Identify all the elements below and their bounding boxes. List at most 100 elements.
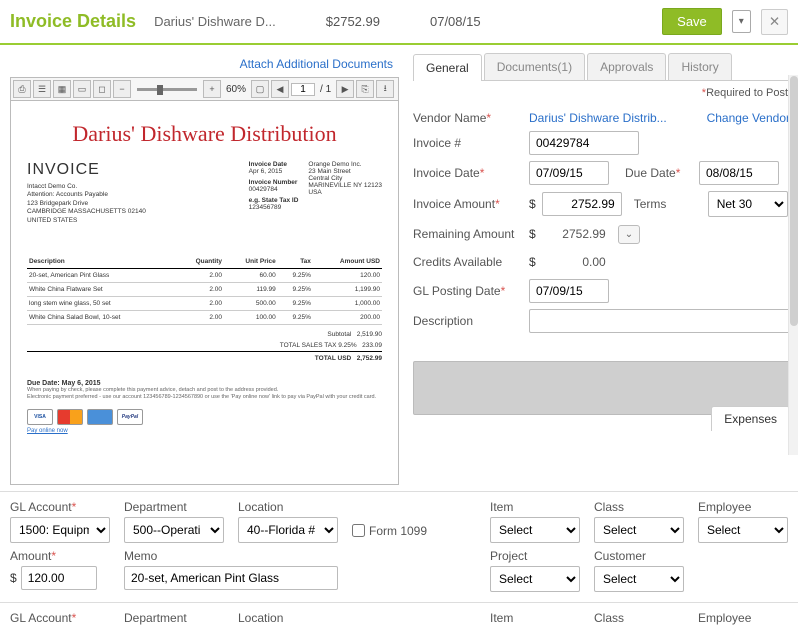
- gl-date-input[interactable]: [529, 279, 609, 303]
- scrollbar[interactable]: [788, 75, 798, 455]
- left-column: Attach Additional Documents ⎙ ☰ ▦ ▭ ◻ − …: [0, 45, 405, 491]
- invoice-line-table: Description Quantity Unit Price Tax Amou…: [27, 255, 382, 325]
- right-column: General Documents(1) Approvals History *…: [405, 45, 798, 491]
- class-label-2: Class: [594, 611, 684, 625]
- memo-label: Memo: [124, 549, 338, 563]
- pdf-viewer[interactable]: Darius' Dishware Distribution INVOICE In…: [10, 101, 399, 485]
- table-row: long stem wine glass, 50 set2.00500.009.…: [27, 297, 382, 311]
- invoice-to-address: Orange Demo Inc. 23 Main Street Central …: [308, 161, 382, 225]
- main-area: Attach Additional Documents ⎙ ☰ ▦ ▭ ◻ − …: [0, 45, 798, 491]
- invoice-from-address: Intacct Demo Co. Attention: Accounts Pay…: [27, 183, 146, 225]
- table-row: 20-set, American Pint Glass2.0060.009.25…: [27, 269, 382, 283]
- pdf-zoom-value: 60%: [226, 84, 246, 95]
- terms-label: Terms: [634, 197, 702, 211]
- pdf-toolbar: ⎙ ☰ ▦ ▭ ◻ − + 60% ▢ ◀ / 1 ▶ ⎘ ⭳: [10, 77, 399, 101]
- pdf-page-input[interactable]: [291, 83, 315, 96]
- due-date-label: Due Date*: [625, 166, 693, 180]
- expenses-tab[interactable]: Expenses: [711, 406, 790, 431]
- class-select[interactable]: Select: [594, 517, 684, 543]
- header-vendor-short: Darius' Dishware D...: [154, 14, 276, 29]
- employee-select[interactable]: Select: [698, 517, 788, 543]
- mastercard-icon: [57, 409, 83, 425]
- gl-account-select[interactable]: 1500: Equipm: [10, 517, 110, 543]
- payment-card-icons: VISA PayPal: [27, 409, 382, 425]
- department-select[interactable]: 500--Operati: [124, 517, 224, 543]
- terms-select[interactable]: Net 30: [708, 191, 788, 217]
- employee-label: Employee: [698, 500, 788, 514]
- invoice-date-input[interactable]: [529, 161, 609, 185]
- pdf-next-page-icon[interactable]: ▶: [336, 80, 354, 98]
- header-date: 07/08/15: [430, 14, 481, 29]
- close-button[interactable]: ✕: [761, 9, 788, 35]
- invoice-totals: Subtotal 2,519.90 TOTAL SALES TAX 9.25% …: [27, 329, 382, 364]
- description-label: Description: [413, 314, 523, 328]
- pdf-print-icon[interactable]: ⎙: [13, 80, 31, 98]
- form-1099-checkbox[interactable]: Form 1099: [352, 518, 427, 543]
- credits-label: Credits Available: [413, 255, 523, 269]
- description-input[interactable]: [529, 309, 790, 333]
- pdf-prev-page-icon[interactable]: ◀: [271, 80, 289, 98]
- attach-documents-link[interactable]: Attach Additional Documents: [10, 53, 399, 77]
- required-note: *Required to Post: [413, 81, 790, 105]
- gl-account-label-2: GL Account*: [10, 611, 110, 625]
- pdf-zoom-slider[interactable]: [137, 88, 197, 91]
- pdf-download-icon[interactable]: ⭳: [376, 80, 394, 98]
- page-title: Invoice Details: [10, 11, 136, 32]
- line-item-section: GL Account* 1500: Equipm Department 500-…: [0, 491, 798, 602]
- item-select[interactable]: Select: [490, 517, 580, 543]
- amount-input[interactable]: [21, 566, 97, 590]
- location-label: Location: [238, 500, 338, 514]
- pdf-tool-icon[interactable]: ⎘: [356, 80, 374, 98]
- project-label: Project: [490, 549, 580, 563]
- pdf-page-icon[interactable]: ▭: [73, 80, 91, 98]
- header-bar: Invoice Details Darius' Dishware D... $2…: [0, 0, 798, 45]
- invoice-date-label: Invoice Date*: [413, 166, 523, 180]
- save-button[interactable]: Save: [662, 8, 722, 35]
- project-select[interactable]: Select: [490, 566, 580, 592]
- vendor-name-label: Vendor Name*: [413, 111, 523, 125]
- change-vendor-link[interactable]: Change Vendor: [707, 111, 790, 125]
- invoice-meta: Invoice Date Apr 6, 2015 Invoice Number …: [249, 161, 382, 225]
- tab-history[interactable]: History: [668, 53, 731, 80]
- visa-icon: VISA: [27, 409, 53, 425]
- invoice-amount-input[interactable]: [542, 192, 622, 216]
- class-label: Class: [594, 500, 684, 514]
- currency-symbol: $: [529, 197, 536, 211]
- pdf-grid-icon[interactable]: ▦: [53, 80, 71, 98]
- tab-general[interactable]: General: [413, 54, 482, 81]
- gl-account-label: GL Account*: [10, 500, 110, 514]
- invoice-due-date: Due Date: May 6, 2015: [27, 380, 382, 387]
- pdf-page-total: / 1: [320, 84, 331, 95]
- tab-documents[interactable]: Documents(1): [484, 53, 585, 80]
- department-label: Department: [124, 500, 224, 514]
- invoice-amount-label: Invoice Amount*: [413, 197, 523, 211]
- due-date-input[interactable]: [699, 161, 779, 185]
- item-label-2: Item: [490, 611, 580, 625]
- line-item-section-2: GL Account* Department Location Item Cla…: [0, 602, 798, 635]
- pdf-zoom-out-icon[interactable]: −: [113, 80, 131, 98]
- pay-online-link[interactable]: Pay online now: [27, 428, 68, 434]
- location-select[interactable]: 40--Florida #: [238, 517, 338, 543]
- customer-select[interactable]: Select: [594, 566, 684, 592]
- vendor-name-link[interactable]: Darius' Dishware Distrib...: [529, 111, 667, 125]
- employee-label-2: Employee: [698, 611, 788, 625]
- tab-approvals[interactable]: Approvals: [587, 53, 666, 80]
- table-row: White China Salad Bowl, 10-set2.00100.00…: [27, 311, 382, 325]
- invoice-title: INVOICE: [27, 161, 146, 179]
- invoice-num-input[interactable]: [529, 131, 639, 155]
- header-amount: $2752.99: [326, 14, 380, 29]
- pdf-zoom-in-icon[interactable]: +: [203, 80, 221, 98]
- amount-label: Amount*: [10, 549, 110, 563]
- pdf-fit-icon[interactable]: ◻: [93, 80, 111, 98]
- invoice-fine-print: When paying by check, please complete th…: [27, 387, 382, 401]
- pdf-sidebar-icon[interactable]: ☰: [33, 80, 51, 98]
- remaining-expand-button[interactable]: ⌄: [618, 225, 640, 244]
- tab-bar: General Documents(1) Approvals History: [413, 53, 790, 81]
- invoice-brand: Darius' Dishware Distribution: [27, 121, 382, 147]
- form-1099-input[interactable]: [352, 524, 365, 537]
- save-dropdown-button[interactable]: ▾: [732, 10, 751, 33]
- table-row: White China Flatware Set2.00119.999.25%1…: [27, 283, 382, 297]
- pdf-fullscreen-icon[interactable]: ▢: [251, 80, 269, 98]
- memo-input[interactable]: [124, 566, 338, 590]
- amex-icon: [87, 409, 113, 425]
